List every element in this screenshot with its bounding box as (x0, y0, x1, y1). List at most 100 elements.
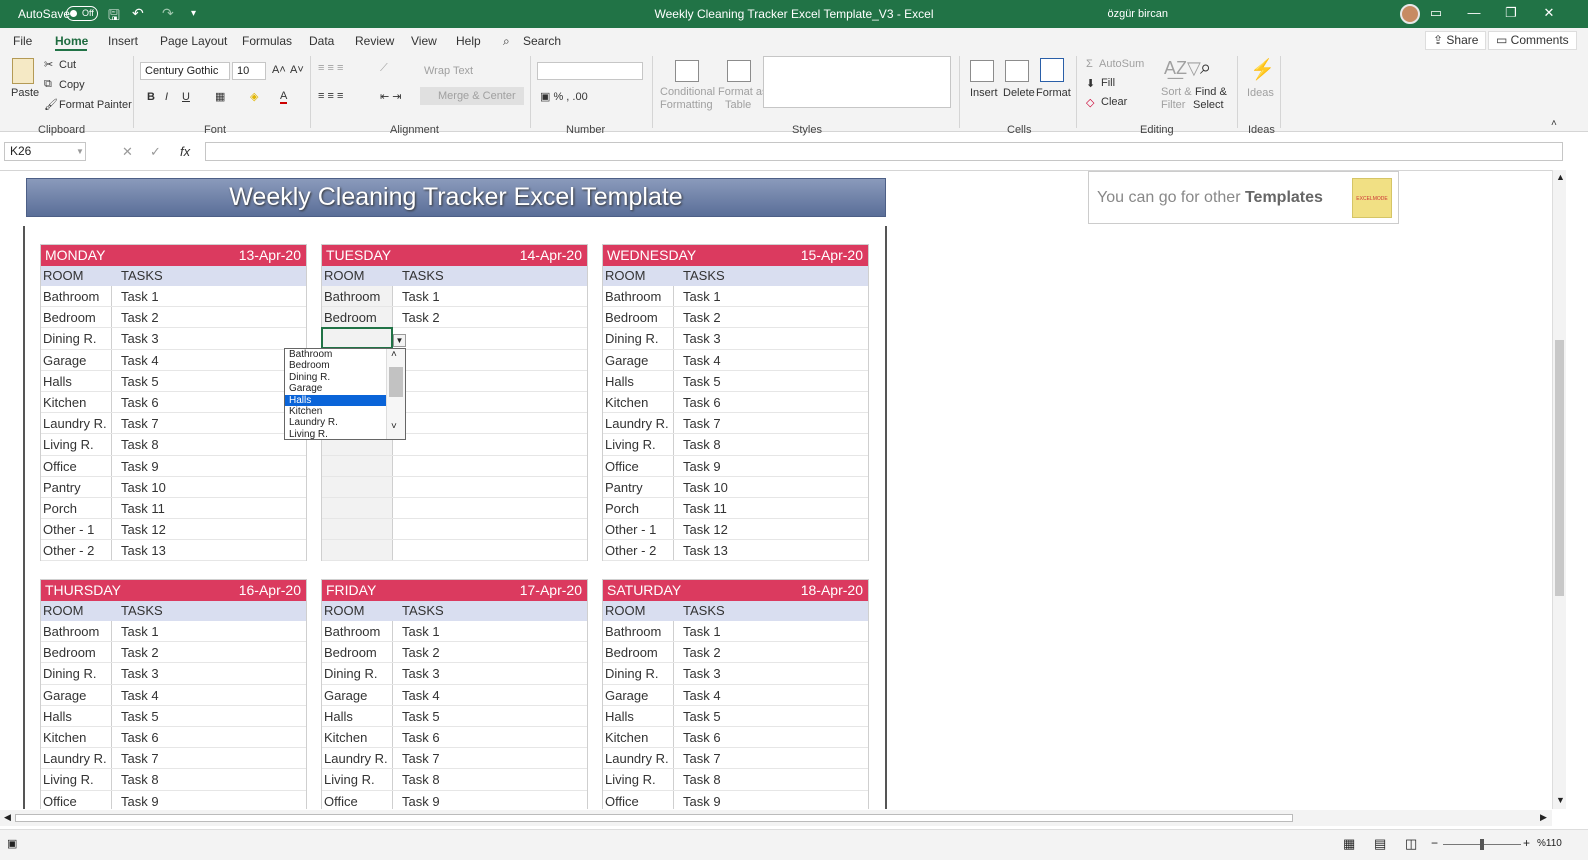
close-icon[interactable]: ✕ (1539, 5, 1559, 21)
table-row[interactable]: Other - 1 Task 12 (603, 519, 868, 541)
room-cell[interactable]: Pantry (43, 477, 81, 498)
table-row[interactable]: Dining R. Task 3 (603, 663, 868, 685)
worksheet[interactable]: Weekly Cleaning Tracker Excel Template Y… (0, 170, 1552, 809)
room-cell[interactable]: Bedroom (324, 307, 377, 328)
autosum-icon[interactable]: Σ (1086, 58, 1093, 70)
format-cells-button[interactable]: Format (1036, 87, 1071, 99)
table-row[interactable]: Bathroom Task 1 (322, 621, 587, 643)
room-cell[interactable]: Kitchen (324, 727, 367, 748)
scroll-down-icon[interactable]: ˅ (391, 421, 397, 432)
task-cell[interactable]: Task 6 (121, 392, 159, 413)
copy-button[interactable]: Copy (59, 79, 85, 91)
table-row[interactable]: Bedroom Task 2 (322, 307, 587, 329)
autosum-button[interactable]: AutoSum (1099, 58, 1144, 70)
scroll-right-icon[interactable]: ▶ (1540, 812, 1547, 823)
task-cell[interactable]: Task 3 (402, 663, 440, 684)
tab-page-layout[interactable]: Page Layout (160, 34, 227, 48)
task-cell[interactable]: Task 2 (683, 307, 721, 328)
task-cell[interactable]: Task 11 (683, 498, 727, 519)
cut-button[interactable]: Cut (59, 59, 76, 71)
table-row[interactable]: Dining R. Task 3 (41, 663, 306, 685)
room-cell[interactable]: Laundry R. (605, 748, 669, 769)
task-cell[interactable]: Task 13 (683, 540, 728, 561)
table-row[interactable]: Dining R. Task 3 (41, 328, 306, 350)
number-format-select[interactable] (537, 62, 643, 80)
zoom-slider-handle[interactable] (1480, 839, 1484, 850)
room-cell[interactable]: Halls (43, 371, 72, 392)
italic-icon[interactable]: I (165, 91, 168, 103)
sort-filter-label-1[interactable]: Sort & (1161, 86, 1192, 98)
task-cell[interactable]: Task 6 (402, 727, 440, 748)
tab-file[interactable]: File (13, 34, 32, 48)
table-row[interactable]: Pantry Task 10 (41, 477, 306, 498)
room-cell[interactable]: Office (43, 791, 77, 810)
room-cell[interactable]: Office (605, 791, 639, 810)
room-cell[interactable]: Other - 1 (605, 519, 656, 540)
enter-icon[interactable]: ✓ (150, 144, 161, 160)
tasks-column-header[interactable]: TASKS (402, 266, 444, 286)
collapse-ribbon-icon[interactable]: ˄ (1551, 118, 1557, 129)
room-cell[interactable]: Bedroom (605, 642, 658, 663)
room-cell[interactable]: Other - 2 (605, 540, 656, 561)
task-cell[interactable]: Task 3 (683, 663, 721, 684)
dropdown-option[interactable]: Halls (285, 394, 386, 406)
table-row[interactable] (322, 498, 587, 520)
room-cell[interactable]: Halls (605, 706, 634, 727)
room-cell[interactable]: Dining R. (605, 663, 658, 684)
find-select-label-2[interactable]: Select (1193, 99, 1224, 111)
align-left-icon[interactable]: ≡ ≡ ≡ (318, 90, 343, 102)
restore-icon[interactable]: ❐ (1501, 5, 1521, 21)
task-cell[interactable]: Task 3 (121, 328, 159, 349)
table-row[interactable]: Office Task 9 (41, 456, 306, 477)
task-cell[interactable]: Task 2 (121, 307, 159, 328)
copy-icon[interactable]: ⧉ (44, 78, 52, 91)
task-cell[interactable]: Task 4 (121, 350, 159, 371)
task-cell[interactable]: Task 4 (683, 350, 721, 371)
table-row[interactable]: Office Task 9 (41, 791, 306, 810)
task-cell[interactable]: Task 5 (683, 371, 721, 392)
page-layout-view-icon[interactable]: ▤ (1374, 836, 1386, 852)
task-cell[interactable]: Task 3 (683, 328, 721, 349)
table-row[interactable]: Living R. Task 8 (322, 769, 587, 791)
scroll-up-icon[interactable]: ˄ (391, 349, 397, 360)
find-select-label-1[interactable]: Find & (1195, 86, 1227, 98)
horizontal-scrollbar[interactable]: ◀ ▶ (0, 810, 1552, 826)
room-cell[interactable]: Bathroom (324, 621, 380, 642)
room-cell[interactable]: Bathroom (605, 286, 661, 307)
task-cell[interactable]: Task 9 (121, 791, 159, 810)
dropdown-option[interactable]: Bedroom (285, 360, 386, 371)
excel-template-logo[interactable]: EXCELMODE (1352, 178, 1392, 218)
task-cell[interactable]: Task 5 (683, 706, 721, 727)
dropdown-option[interactable]: Living R. (285, 429, 386, 440)
wrap-text-button[interactable]: Wrap Text (424, 65, 473, 77)
cancel-icon[interactable]: ✕ (122, 144, 133, 160)
tasks-column-header[interactable]: TASKS (683, 266, 725, 286)
table-row[interactable]: Other - 2 Task 13 (603, 540, 868, 562)
table-row[interactable]: Kitchen Task 6 (41, 392, 306, 414)
delete-cells-button[interactable]: Delete (1003, 87, 1035, 99)
task-cell[interactable]: Task 10 (683, 477, 728, 498)
clear-button[interactable]: Clear (1101, 96, 1127, 108)
task-cell[interactable]: Task 6 (121, 727, 159, 748)
table-row[interactable]: Bathroom Task 1 (603, 621, 868, 643)
table-row[interactable]: Porch Task 11 (603, 498, 868, 520)
day-header[interactable]: WEDNESDAY 15-Apr-20 (603, 245, 868, 266)
borders-icon[interactable]: ▦ (215, 90, 225, 103)
dropdown-option[interactable]: Laundry R. (285, 417, 386, 428)
dropdown-option[interactable]: Kitchen (285, 406, 386, 417)
table-row[interactable]: Bedroom Task 2 (322, 642, 587, 664)
search-box[interactable]: Search (523, 34, 561, 48)
table-row[interactable]: Pantry Task 10 (603, 477, 868, 498)
room-cell[interactable]: Laundry R. (324, 748, 388, 769)
table-row[interactable]: Halls Task 5 (41, 706, 306, 727)
table-row[interactable]: Living R. Task 8 (603, 434, 868, 456)
task-cell[interactable]: Task 7 (683, 748, 721, 769)
table-row[interactable]: Kitchen Task 6 (603, 727, 868, 749)
task-cell[interactable]: Task 6 (683, 392, 721, 413)
table-row[interactable]: Living R. Task 8 (41, 434, 306, 456)
room-cell[interactable]: Halls (43, 706, 72, 727)
task-cell[interactable]: Task 10 (121, 477, 166, 498)
cell-styles-gallery[interactable] (763, 56, 951, 108)
tasks-column-header[interactable]: TASKS (121, 266, 163, 286)
tab-help[interactable]: Help (456, 34, 481, 48)
